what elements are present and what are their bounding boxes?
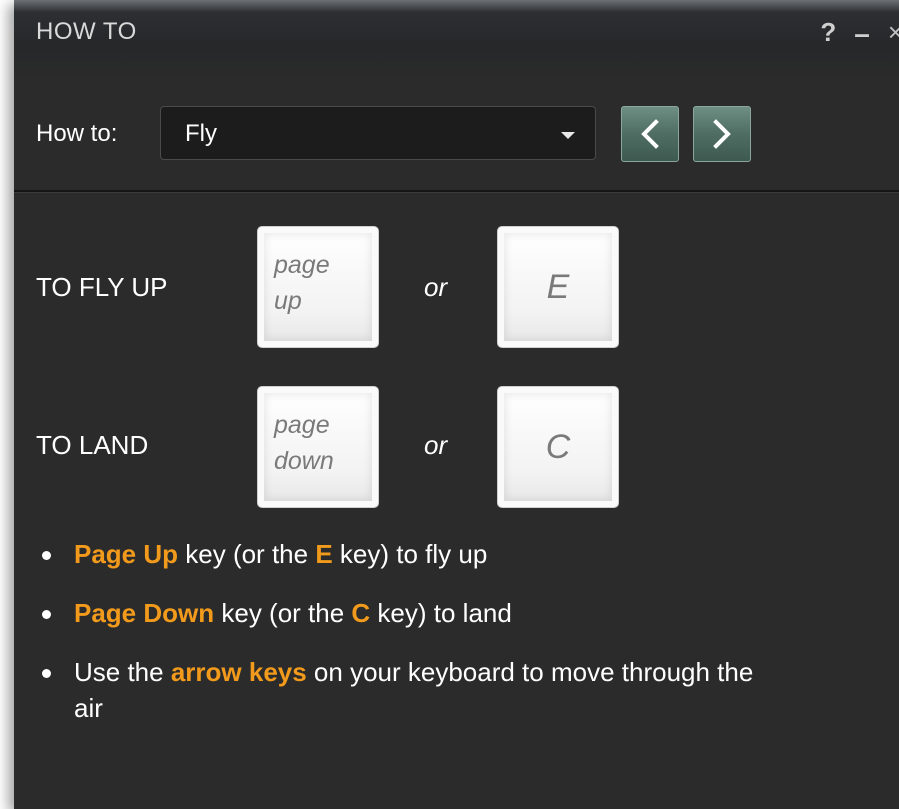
highlight-text: E [315, 539, 333, 569]
window-title: HOW TO [36, 18, 137, 45]
tip-text: Use the [74, 657, 171, 687]
close-button[interactable]: × [888, 17, 899, 48]
title-bar[interactable]: HOW TO ? – × [14, 0, 899, 80]
or-label: or [424, 430, 448, 460]
list-item: Page Down key (or the C key) to land [36, 595, 876, 631]
highlight-text: arrow keys [170, 657, 307, 687]
previous-topic-button[interactable] [621, 106, 679, 162]
c-key: C [497, 386, 619, 508]
highlight-text: Page Up [74, 539, 179, 569]
tips-list: Page Up key (or the E key) to fly up Pag… [36, 536, 876, 749]
help-button[interactable]: ? [820, 17, 836, 48]
or-label: or [424, 272, 448, 302]
next-topic-button[interactable] [693, 106, 751, 162]
page-up-key-line2: up [274, 287, 302, 315]
page-up-key-line1: page [274, 251, 330, 279]
e-key: E [497, 226, 619, 348]
land-label: TO LAND [36, 430, 149, 460]
fly-up-label: TO FLY UP [36, 272, 168, 302]
how-to-window: HOW TO ? – × How to: Fly TO FLY UP page … [14, 0, 899, 809]
divider [14, 190, 899, 193]
topic-selector-row: How to: Fly [14, 100, 899, 170]
minimize-button[interactable]: – [854, 18, 870, 50]
page-up-key: page up [257, 226, 379, 348]
topic-dropdown[interactable]: Fly [160, 106, 596, 160]
chevron-left-icon [641, 119, 659, 149]
tip-text: key) to land [370, 598, 512, 628]
tip-text: key) to fly up [332, 539, 488, 569]
highlight-text: Page Down [74, 598, 215, 628]
highlight-text: C [351, 598, 371, 628]
tip-text: key (or the [178, 539, 316, 569]
tip-text: key (or the [214, 598, 352, 628]
chevron-right-icon [713, 119, 731, 149]
topic-dropdown-value: Fly [185, 120, 217, 147]
page-down-key-line1: page [274, 411, 330, 439]
caret-down-icon [561, 132, 575, 139]
window-controls: ? – × [820, 14, 899, 50]
list-item: Page Up key (or the E key) to fly up [36, 536, 876, 572]
list-item: Use the arrow keys on your keyboard to m… [36, 654, 774, 726]
page-down-key-line2: down [274, 447, 334, 475]
how-to-label: How to: [36, 120, 118, 147]
page-down-key: page down [257, 386, 379, 508]
